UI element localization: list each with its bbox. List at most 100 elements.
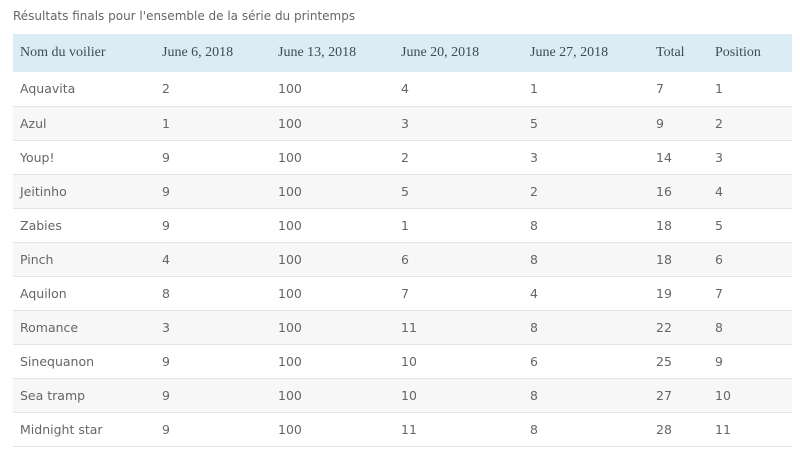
cell-race-june-20: 3 (401, 115, 409, 131)
cell-total: 25 (656, 353, 672, 369)
cell-race-june-13: 100 (278, 251, 302, 267)
cell-race-june-27: 4 (530, 285, 538, 301)
cell-total: 22 (656, 319, 672, 335)
cell-boat-name: Aquilon (20, 285, 67, 301)
cell-position: 9 (715, 353, 723, 369)
header-race-june-27: June 27, 2018 (530, 45, 609, 60)
header-boat-name: Nom du voilier (20, 45, 106, 60)
cell-total: 9 (656, 115, 664, 131)
cell-race-june-20: 10 (401, 387, 417, 403)
table-row: Youp! 9 100 2 3 14 3 (13, 140, 792, 174)
cell-race-june-27: 1 (530, 81, 538, 97)
cell-race-june-6: 1 (162, 115, 170, 131)
cell-race-june-27: 2 (530, 183, 538, 199)
header-row: Nom du voilier June 6, 2018 June 13, 201… (13, 34, 792, 72)
cell-race-june-13: 100 (278, 319, 302, 335)
cell-race-june-6: 9 (162, 421, 170, 437)
table-row: Romance 3 100 11 8 22 8 (13, 310, 792, 344)
cell-race-june-6: 9 (162, 353, 170, 369)
cell-race-june-27: 6 (530, 353, 538, 369)
cell-boat-name: Youp! (20, 149, 55, 165)
cell-race-june-27: 8 (530, 421, 538, 437)
cell-race-june-13: 100 (278, 387, 302, 403)
cell-race-june-6: 9 (162, 149, 170, 165)
cell-race-june-13: 100 (278, 217, 302, 233)
cell-race-june-27: 5 (530, 115, 538, 131)
cell-race-june-20: 7 (401, 285, 409, 301)
cell-position: 2 (715, 115, 723, 131)
cell-position: 8 (715, 319, 723, 335)
cell-total: 19 (656, 285, 672, 301)
cell-race-june-6: 9 (162, 387, 170, 403)
cell-race-june-6: 2 (162, 81, 170, 97)
cell-position: 11 (715, 421, 731, 437)
cell-race-june-20: 11 (401, 421, 417, 437)
table-row: Midnight star 9 100 11 8 28 11 (13, 412, 792, 446)
cell-race-june-13: 100 (278, 183, 302, 199)
table-row: Aquilon 8 100 7 4 19 7 (13, 276, 792, 310)
cell-total: 28 (656, 421, 672, 437)
table-body: Aquavita 2 100 4 1 7 1 Azul 1 100 3 5 9 … (13, 72, 792, 446)
cell-race-june-13: 100 (278, 421, 302, 437)
cell-boat-name: Sea tramp (20, 387, 86, 403)
cell-position: 4 (715, 183, 723, 199)
cell-race-june-6: 8 (162, 285, 170, 301)
cell-boat-name: Sinequanon (20, 353, 95, 369)
cell-race-june-20: 10 (401, 353, 417, 369)
table-row: Zabies 9 100 1 8 18 5 (13, 208, 792, 242)
header-race-june-6: June 6, 2018 (162, 45, 234, 60)
table-row: Sea tramp 9 100 10 8 27 10 (13, 378, 792, 412)
cell-race-june-6: 9 (162, 183, 170, 199)
cell-race-june-27: 8 (530, 387, 538, 403)
cell-position: 1 (715, 81, 723, 97)
table-row: Aquavita 2 100 4 1 7 1 (13, 72, 792, 106)
cell-boat-name: Midnight star (20, 421, 103, 437)
cell-race-june-20: 1 (401, 217, 409, 233)
cell-race-june-13: 100 (278, 149, 302, 165)
header-race-june-13: June 13, 2018 (278, 45, 357, 60)
cell-total: 18 (656, 251, 672, 267)
cell-total: 7 (656, 81, 664, 97)
cell-total: 14 (656, 149, 672, 165)
table-row: Sinequanon 9 100 10 6 25 9 (13, 344, 792, 378)
cell-boat-name: Zabies (20, 217, 62, 233)
header-total: Total (656, 45, 685, 60)
cell-race-june-13: 100 (278, 81, 302, 97)
cell-position: 7 (715, 285, 723, 301)
header-position: Position (715, 45, 761, 60)
cell-race-june-20: 6 (401, 251, 409, 267)
cell-race-june-20: 5 (401, 183, 409, 199)
cell-race-june-27: 8 (530, 217, 538, 233)
table-header: Nom du voilier June 6, 2018 June 13, 201… (13, 34, 792, 72)
cell-race-june-20: 2 (401, 149, 409, 165)
cell-race-june-20: 11 (401, 319, 417, 335)
cell-race-june-13: 100 (278, 115, 302, 131)
cell-race-june-13: 100 (278, 353, 302, 369)
table-caption: Résultats finals pour l'ensemble de la s… (13, 9, 356, 23)
cell-total: 18 (656, 217, 672, 233)
cell-total: 16 (656, 183, 672, 199)
table-row: Azul 1 100 3 5 9 2 (13, 106, 792, 140)
cell-position: 3 (715, 149, 723, 165)
cell-boat-name: Jeitinho (20, 183, 67, 199)
cell-position: 5 (715, 217, 723, 233)
table-row: Pinch 4 100 6 8 18 6 (13, 242, 792, 276)
cell-boat-name: Pinch (20, 251, 54, 267)
results-page: Résultats finals pour l'ensemble de la s… (0, 0, 800, 450)
cell-race-june-6: 9 (162, 217, 170, 233)
cell-race-june-27: 8 (530, 319, 538, 335)
cell-race-june-20: 4 (401, 81, 409, 97)
cell-race-june-27: 8 (530, 251, 538, 267)
cell-position: 10 (715, 387, 731, 403)
results-table: Nom du voilier June 6, 2018 June 13, 201… (13, 34, 792, 447)
cell-total: 27 (656, 387, 672, 403)
cell-race-june-6: 3 (162, 319, 170, 335)
cell-race-june-13: 100 (278, 285, 302, 301)
cell-position: 6 (715, 251, 723, 267)
cell-boat-name: Azul (20, 115, 47, 131)
cell-race-june-27: 3 (530, 149, 538, 165)
cell-boat-name: Aquavita (20, 81, 76, 97)
cell-boat-name: Romance (20, 319, 79, 335)
header-race-june-20: June 20, 2018 (401, 45, 480, 60)
cell-race-june-6: 4 (162, 251, 170, 267)
